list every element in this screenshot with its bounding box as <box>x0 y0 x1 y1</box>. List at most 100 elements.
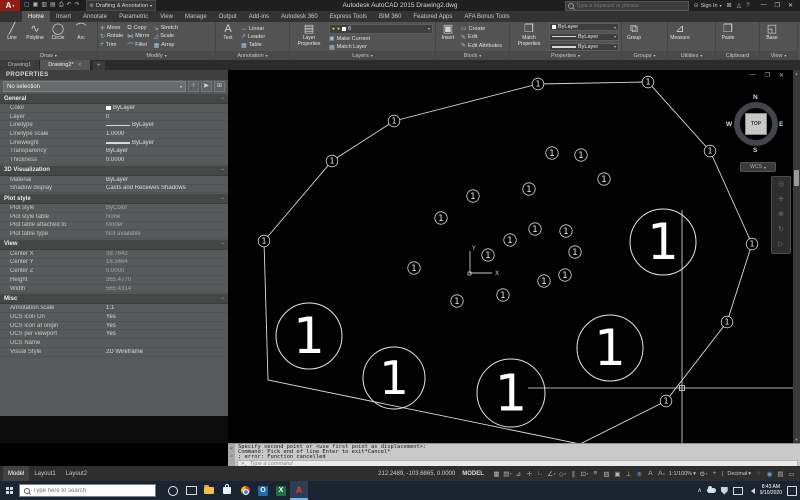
property-value[interactable]: 0.0000 <box>106 157 228 163</box>
minimize-button[interactable]: — <box>761 2 767 9</box>
tool-leader-button[interactable]: ↗Leader <box>241 33 287 40</box>
ribbon-tab-manage[interactable]: Manage <box>179 11 213 22</box>
tool-text-button[interactable]: AText <box>218 23 238 51</box>
tool-stretch-button[interactable]: ↘Stretch <box>154 25 178 32</box>
ortho-icon[interactable]: ∟ <box>536 468 545 479</box>
tool-create-button[interactable]: ▭Create <box>461 25 507 32</box>
section-header-view[interactable]: View− <box>0 239 228 250</box>
ribbon-tab-view[interactable]: View <box>154 11 179 22</box>
tool-rotate-button[interactable]: ↻Rotate <box>100 33 123 40</box>
tool-make-current-button[interactable]: ▣Make Current <box>329 35 433 42</box>
viewport-restore-button[interactable]: ❐ <box>765 72 770 79</box>
layout-tab-layout2[interactable]: Layout2 <box>61 466 92 481</box>
property-value[interactable]: Yes <box>106 323 228 329</box>
section-header-plot-style[interactable]: Plot style− <box>0 193 228 204</box>
property-value[interactable]: 1.0000 <box>106 131 228 137</box>
tool-move-button[interactable]: ✛Move <box>100 25 123 32</box>
tool-base-button[interactable]: ◱Base <box>762 23 782 51</box>
start-button[interactable] <box>0 481 19 500</box>
isometric-drafting-icon[interactable]: ◇▾ <box>558 468 567 479</box>
ribbon-tab-output[interactable]: Output <box>213 11 243 22</box>
property-value[interactable]: 365.4770 <box>106 277 228 283</box>
viewcube-west[interactable]: W <box>726 121 732 128</box>
restore-button[interactable]: ❐ <box>775 2 780 9</box>
tool-table-button[interactable]: ▦Table <box>241 42 287 49</box>
ribbon-panel-label-draw[interactable]: Draw▾ <box>0 51 97 60</box>
save-as-icon[interactable]: ▤ <box>50 0 56 11</box>
selection-cycling-icon[interactable]: ▣ <box>613 468 622 479</box>
ribbon-tab-autodesk-360[interactable]: Autodesk 360 <box>275 11 324 22</box>
taskbar-app-chrome[interactable] <box>236 481 254 500</box>
layer-dropdown[interactable]: ●●0▾ <box>329 24 433 34</box>
tool-array-button[interactable]: ▦Array <box>154 41 178 50</box>
property-value[interactable]: 18.3464 <box>106 259 228 265</box>
redo-icon[interactable]: ↷ <box>75 0 80 11</box>
tool-scale-button[interactable]: ◿Scale <box>154 33 178 40</box>
properties-palette-title[interactable]: PROPERTIES <box>0 70 228 80</box>
property-value[interactable]: 38.7642 <box>106 251 228 257</box>
snap-mode-icon[interactable]: ▤▾ <box>503 468 512 479</box>
ribbon-panel-label-block[interactable]: Block▾ <box>436 51 509 60</box>
help-search-box[interactable] <box>565 1 689 11</box>
ribbon-panel-label-layers[interactable]: Layers▾ <box>290 51 435 60</box>
tool-mirror-button[interactable]: ⋈Mirror <box>127 33 149 40</box>
section-header-general[interactable]: General− <box>0 93 228 104</box>
close-button[interactable]: ✕ <box>788 2 793 9</box>
lineweight-icon[interactable]: ≡ <box>591 468 600 479</box>
taskbar-app-cortana[interactable] <box>164 481 182 500</box>
linetype-dropdown[interactable]: ByLayer▾ <box>549 33 619 41</box>
section-header-misc[interactable]: Misc− <box>0 293 228 304</box>
property-value[interactable]: ByLayer <box>106 148 228 154</box>
lineweight-dropdown[interactable]: ByLayer▾ <box>549 43 619 51</box>
notification-center-icon[interactable] <box>787 486 797 496</box>
vertical-scrollbar[interactable]: ▲ ▼ <box>793 70 800 443</box>
taskbar-app-file-explorer[interactable] <box>200 481 218 500</box>
orbit-icon[interactable]: ↻ <box>778 226 784 234</box>
object-color-dropdown[interactable]: ByLayer▾ <box>549 23 619 31</box>
help-search-input[interactable] <box>576 3 686 9</box>
property-value[interactable]: ByLayer <box>106 122 228 128</box>
taskbar-app-store[interactable] <box>218 481 236 500</box>
viewcube-south[interactable]: S <box>753 147 757 154</box>
ribbon-tab-parametric[interactable]: Parametric <box>113 11 154 22</box>
tool-line-button[interactable]: ╱Line <box>2 23 22 51</box>
dynamic-input-icon[interactable]: ✛ <box>525 468 534 479</box>
ucs-dropdown[interactable]: WCS ▾ <box>740 162 776 172</box>
file-tab-drawing1[interactable]: Drawing1 <box>0 60 40 70</box>
drawing-canvas[interactable]: YX111111111111111111111111111111 — ❐ ✕ T… <box>228 70 800 443</box>
taskbar-app-excel[interactable]: X <box>272 481 290 500</box>
annotation-scale-label[interactable]: 1:1/100%▾ <box>669 471 696 477</box>
ribbon-tab-featured-apps[interactable]: Featured Apps <box>407 11 458 22</box>
property-value[interactable]: 0.0000 <box>106 268 228 274</box>
infer-constraints-icon[interactable]: ⊿ <box>514 468 523 479</box>
tool-match-layer-button[interactable]: ▦Match Layer <box>329 44 433 51</box>
ribbon-tab-bim-360[interactable]: BIM 360 <box>373 11 407 22</box>
tool-layer-properties-button[interactable]: ▤Layer Properties <box>292 23 326 51</box>
tool-group-button[interactable]: ⧉Group <box>624 23 644 51</box>
plot-icon[interactable]: ⎙ <box>59 0 64 11</box>
property-value[interactable]: 2D Wireframe <box>106 349 228 355</box>
quick-select-icon[interactable]: ⊞ <box>214 81 225 92</box>
taskbar-app-outlook[interactable]: O <box>254 481 272 500</box>
units-label[interactable]: Decimal▾ <box>727 471 751 477</box>
autodesk360-icon[interactable]: ◬ <box>737 2 742 9</box>
transparency-icon[interactable]: ▨ <box>602 468 611 479</box>
ribbon-panel-label-utilities[interactable]: Utilities▾ <box>668 51 715 60</box>
layout-tab-layout1[interactable]: Layout1 <box>29 466 60 481</box>
autoscale-icon[interactable]: A▾ <box>657 468 666 479</box>
tool-polyline-button[interactable]: ∿Polyline <box>25 23 45 51</box>
zoom-icon[interactable]: ⊕ <box>778 211 784 219</box>
tool-paste-button[interactable]: ❐Paste <box>718 23 738 51</box>
close-tab-icon[interactable]: ✕ <box>78 62 82 68</box>
osnap-tracking-icon[interactable]: ∥ <box>569 468 578 479</box>
new-file-icon[interactable]: ▢ <box>24 0 30 11</box>
grid-icon[interactable]: ▦ <box>492 468 501 479</box>
tool-edit-attributes-button[interactable]: ✎Edit Attributes <box>461 42 507 49</box>
ribbon-panel-label-properties[interactable]: Properties▾ <box>510 51 621 60</box>
property-value[interactable]: Not available <box>106 231 228 237</box>
taskbar-app-autocad[interactable]: A <box>290 481 308 500</box>
annotation-visibility-icon[interactable]: A <box>646 468 655 479</box>
scroll-up-icon[interactable]: ▲ <box>793 71 800 76</box>
tool-measure-button[interactable]: ⊿Measure <box>670 23 690 51</box>
layout-tab-model[interactable]: Model <box>3 466 29 481</box>
